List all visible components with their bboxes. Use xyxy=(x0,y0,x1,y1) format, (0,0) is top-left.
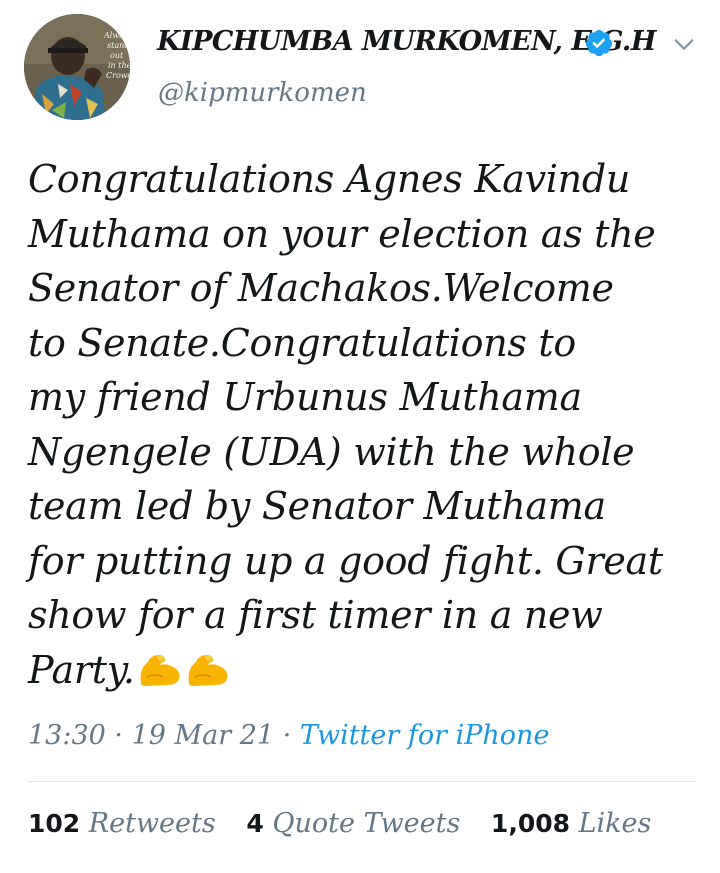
retweets-count: 102 xyxy=(28,809,81,838)
chevron-down-icon[interactable] xyxy=(670,30,698,58)
meta-separator: · xyxy=(114,720,123,751)
tweet-date[interactable]: 19 Mar 21 xyxy=(132,720,275,751)
tweet-text-line: Party. xyxy=(28,647,135,692)
meta-separator: · xyxy=(282,720,292,751)
tweet-text-line: my friend Urbunus Muthama xyxy=(28,375,582,419)
tweet-source-link[interactable]: Twitter for iPhone xyxy=(300,720,550,751)
display-name[interactable]: KIPCHUMBA MURKOMEN, E.G.H xyxy=(157,26,656,57)
tweet-text-line: Ngengele (UDA) with the whole xyxy=(28,429,635,474)
tweet-text-line: team led by Senator Muthama xyxy=(28,484,606,528)
tweet-card: Always stand out in the Crowd KIPCHUMBA … xyxy=(0,0,720,873)
tweet-text: Congratulations Agnes Kavindu Muthama on… xyxy=(28,152,708,697)
tweet-text-line: show for a first timer in a new xyxy=(28,593,603,637)
svg-text:Always: Always xyxy=(103,31,130,40)
likes-count: 1,008 xyxy=(490,809,570,838)
flexed-biceps-icon xyxy=(140,654,180,686)
user-handle[interactable]: @kipmurkomen xyxy=(158,78,367,108)
tweet-text-line: Muthama on your election as the xyxy=(28,211,656,256)
tweet-text-line: Congratulations Agnes Kavindu xyxy=(28,157,631,201)
svg-text:stand: stand xyxy=(107,41,129,50)
retweets-stat[interactable]: 102 Retweets xyxy=(28,808,216,839)
quote-tweets-label: Quote Tweets xyxy=(272,808,461,839)
tweet-text-last-line: Party. xyxy=(28,643,708,698)
svg-text:out: out xyxy=(110,51,124,60)
svg-text:in the: in the xyxy=(108,61,130,70)
tweet-time[interactable]: 13:30 xyxy=(28,720,106,751)
flexed-biceps-icon xyxy=(188,654,228,686)
tweet-text-line: Senator of Machakos.Welcome xyxy=(28,266,614,310)
tweet-text-line: for putting up a good fight. Great xyxy=(28,538,663,583)
avatar[interactable]: Always stand out in the Crowd xyxy=(24,14,130,120)
quote-tweets-count: 4 xyxy=(246,809,264,838)
retweets-label: Retweets xyxy=(88,808,216,839)
avatar-image: Always stand out in the Crowd xyxy=(24,14,130,120)
likes-label: Likes xyxy=(578,808,652,839)
svg-text:Crowd: Crowd xyxy=(106,71,130,80)
tweet-text-line: to Senate.Congratulations to xyxy=(28,320,576,365)
engagement-stats: 102 Retweets 4 Quote Tweets 1,008 Likes xyxy=(28,808,651,839)
tweet-meta: 13:30 · 19 Mar 21 · Twitter for iPhone xyxy=(28,720,549,751)
likes-stat[interactable]: 1,008 Likes xyxy=(491,808,651,839)
quote-tweets-stat[interactable]: 4 Quote Tweets xyxy=(246,808,460,839)
divider xyxy=(28,781,696,782)
verified-badge-icon xyxy=(585,29,613,57)
